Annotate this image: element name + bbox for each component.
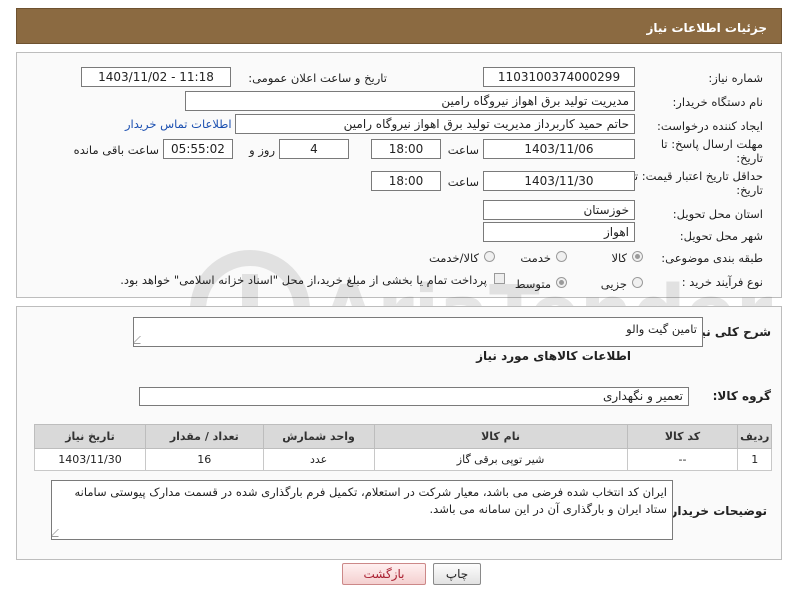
category-radio-service[interactable]: [556, 251, 567, 262]
cell-item-name: شیر توپی برقی گاز: [373, 448, 628, 471]
announce-datetime-field: 1403/11/02 - 11:18: [81, 67, 231, 87]
general-desc-value: تامین گیت والو: [626, 322, 697, 336]
announce-datetime-label: تاریخ و ساعت اعلان عمومی:: [248, 71, 387, 85]
reply-time-label: ساعت: [447, 143, 479, 157]
province-field: خوزستان: [483, 200, 635, 220]
buyer-org-label: نام دستگاه خریدار:: [672, 95, 763, 109]
treasury-payment-checkbox[interactable]: [494, 273, 505, 284]
need-number-field: 1103100374000299: [483, 67, 635, 87]
reply-time-field: 18:00: [371, 139, 441, 159]
goods-table: ردیف کد کالا نام کالا واحد شمارش تعداد /…: [34, 424, 772, 471]
treasury-payment-note: پرداخت تمام یا بخشی از مبلغ خرید،از محل …: [120, 273, 487, 287]
cell-quantity: 16: [145, 448, 264, 471]
remaining-time-field: 05:55:02: [163, 139, 233, 159]
col-header-unit: واحد شمارش: [262, 424, 375, 449]
reply-deadline-label: مهلت ارسال پاسخ: تا: [660, 137, 763, 151]
resize-handle-icon[interactable]: [52, 529, 66, 537]
requester-field: حاتم حمید کاربرداز مدیریت تولید برق اهوا…: [235, 114, 635, 134]
col-header-item-name: نام کالا: [373, 424, 628, 449]
days-and-label: روز و: [249, 143, 275, 157]
page-title: جزئیات اطلاعات نیاز: [646, 21, 767, 35]
buyer-contact-link[interactable]: اطلاعات تماس خریدار: [125, 117, 232, 131]
category-label: طبقه بندی موضوعی:: [661, 251, 763, 265]
table-row: 1 -- شیر توپی برقی گاز عدد 16 1403/11/30: [34, 448, 772, 471]
goods-info-title: اطلاعات کالاهای مورد نیاز: [476, 349, 631, 363]
requester-label: ایجاد کننده درخواست:: [657, 119, 763, 133]
resize-handle-icon[interactable]: [134, 336, 148, 344]
category-radio-goods[interactable]: [632, 251, 643, 262]
price-validity-date-field: 1403/11/30: [483, 171, 635, 191]
process-option-minor: جزیی: [600, 277, 627, 291]
need-number-label: شماره نیاز:: [708, 71, 763, 85]
price-validity-time-label: ساعت: [447, 175, 479, 189]
province-label: استان محل تحویل:: [672, 207, 763, 221]
col-header-row-number: ردیف: [737, 424, 772, 449]
cell-unit: عدد: [262, 448, 375, 471]
buyer-notes-value: ایران کد انتخاب شده فرضی می باشد، معیار …: [74, 485, 667, 516]
city-label: شهر محل تحویل:: [679, 229, 763, 243]
remaining-time-label: ساعت باقی مانده: [73, 143, 159, 157]
print-button[interactable]: چاپ: [433, 563, 481, 585]
price-validity-label: حداقل تاریخ اعتبار قیمت: تا: [631, 169, 763, 183]
process-option-medium: متوسط: [514, 277, 551, 291]
price-validity-time-field: 18:00: [371, 171, 441, 191]
category-radio-both[interactable]: [484, 251, 495, 262]
page-header: جزئیات اطلاعات نیاز: [16, 8, 782, 44]
goods-group-field: تعمیر و نگهداری: [139, 387, 689, 406]
cell-need-date: 1403/11/30: [34, 448, 146, 471]
col-header-quantity: تعداد / مقدار: [145, 424, 264, 449]
reply-days-field: 4: [279, 139, 349, 159]
price-validity-label-date: تاریخ:: [736, 183, 763, 197]
cell-row-number: 1: [737, 448, 772, 471]
process-type-label: نوع فرآیند خرید :: [681, 275, 763, 289]
process-radio-minor[interactable]: [632, 277, 643, 288]
city-field: اهواز: [483, 222, 635, 242]
need-info-panel: شماره نیاز: 1103100374000299 تاریخ و ساع…: [16, 52, 782, 298]
general-desc-field: تامین گیت والو: [133, 317, 703, 347]
process-radio-medium[interactable]: [556, 277, 567, 288]
buyer-notes-label: توضیحات خریدار:: [665, 504, 767, 518]
category-option-goods: کالا: [611, 251, 627, 265]
back-button[interactable]: بازگشت: [342, 563, 426, 585]
category-option-both: کالا/خدمت: [428, 251, 479, 265]
cell-item-code: --: [626, 448, 739, 471]
reply-deadline-label-date: تاریخ:: [736, 151, 763, 165]
buyer-notes-field: ایران کد انتخاب شده فرضی می باشد، معیار …: [51, 480, 673, 540]
table-header-row: ردیف کد کالا نام کالا واحد شمارش تعداد /…: [34, 424, 772, 449]
col-header-item-code: کد کالا: [626, 424, 739, 449]
reply-deadline-date-field: 1403/11/06: [483, 139, 635, 159]
col-header-need-date: تاریخ نیاز: [34, 424, 146, 449]
buyer-org-field: مدیریت تولید برق اهواز نیروگاه رامین: [185, 91, 635, 111]
category-option-service: خدمت: [520, 251, 551, 265]
goods-group-label: گروه کالا:: [712, 389, 771, 403]
